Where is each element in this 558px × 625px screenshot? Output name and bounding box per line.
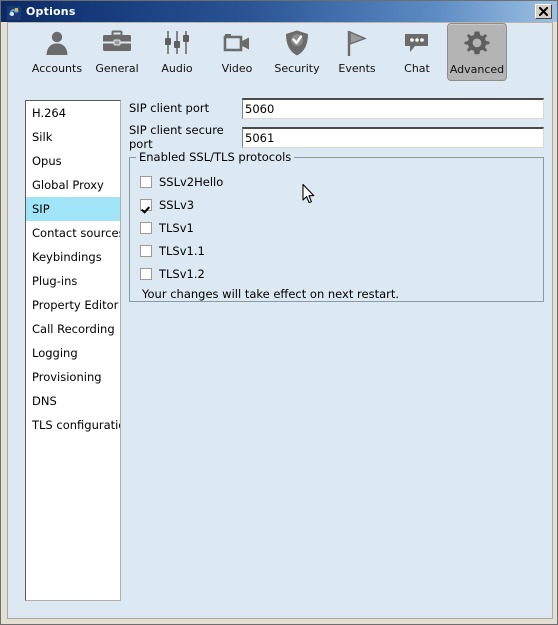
ssl-tls-protocols-group: Enabled SSL/TLS protocols SSLv2Hello SSL… xyxy=(129,150,544,302)
sip-client-secure-port-label: SIP client secure port xyxy=(129,123,224,151)
toolbar-label-events: Events xyxy=(338,62,376,75)
toolbar-item-audio[interactable]: Audio xyxy=(147,23,207,81)
briefcase-icon xyxy=(102,28,132,58)
sidebar-item-global-proxy[interactable]: Global Proxy xyxy=(26,173,120,197)
checkbox-label-sslv2hello: SSLv2Hello xyxy=(159,174,224,189)
options-window: Options Accounts General Audio Video Sec… xyxy=(0,0,558,625)
app-icon xyxy=(7,5,21,20)
close-icon xyxy=(539,7,548,16)
toolbar-label-security: Security xyxy=(274,62,320,75)
checkbox-label-tlsv1-1: TLSv1.1 xyxy=(159,243,205,258)
checkbox-row-tlsv1-2[interactable]: TLSv1.2 xyxy=(140,262,543,285)
toolbar-item-events[interactable]: Events xyxy=(327,23,387,81)
sidebar-item-dns[interactable]: DNS xyxy=(26,389,120,413)
toolbar-item-chat[interactable]: Chat xyxy=(387,23,447,81)
sidebar-item-opus[interactable]: Opus xyxy=(26,149,120,173)
sip-client-port-label: SIP client port xyxy=(129,101,210,115)
checkbox-row-tlsv1[interactable]: TLSv1 xyxy=(140,216,543,239)
toolbar-label-general: General xyxy=(95,62,139,75)
checkbox-label-tlsv1-2: TLSv1.2 xyxy=(159,266,205,281)
shield-icon xyxy=(284,28,310,58)
camera-icon xyxy=(222,28,252,58)
sidebar-item-h264[interactable]: H.264 xyxy=(26,101,120,125)
settings-category-list[interactable]: H.264 Silk Opus Global Proxy SIP Contact… xyxy=(25,100,121,601)
checkbox-row-sslv3[interactable]: SSLv3 xyxy=(140,193,543,216)
sidebar-item-provisioning[interactable]: Provisioning xyxy=(26,365,120,389)
ssl-tls-protocols-legend: Enabled SSL/TLS protocols xyxy=(136,150,295,164)
toolbar-label-audio: Audio xyxy=(161,62,193,75)
checkbox-label-tlsv1: TLSv1 xyxy=(159,220,194,235)
sidebar-item-tls-configuration[interactable]: TLS configuration xyxy=(26,413,120,437)
restart-note: Your changes will take effect on next re… xyxy=(142,287,400,301)
sip-settings-panel: SIP client port SIP client secure port E… xyxy=(129,97,544,602)
sidebar-item-logging[interactable]: Logging xyxy=(26,341,120,365)
checkbox-sslv3[interactable] xyxy=(140,198,152,211)
toolbar-item-security[interactable]: Security xyxy=(267,23,327,81)
title-bar: Options xyxy=(1,1,557,22)
checkbox-tlsv1-2[interactable] xyxy=(140,267,152,280)
sip-client-port-row: SIP client port xyxy=(129,97,544,119)
sidebar-item-contact-sources[interactable]: Contact sources xyxy=(26,221,120,245)
person-icon xyxy=(43,28,71,58)
content-area: H.264 Silk Opus Global Proxy SIP Contact… xyxy=(8,89,552,619)
toolbar-label-chat: Chat xyxy=(404,62,430,75)
checkbox-row-tlsv1-1[interactable]: TLSv1.1 xyxy=(140,239,543,262)
toolbar-item-general[interactable]: General xyxy=(87,23,147,81)
flag-icon xyxy=(344,28,370,58)
sidebar-item-plug-ins[interactable]: Plug-ins xyxy=(26,269,120,293)
toolbar-label-accounts: Accounts xyxy=(31,62,83,75)
gear-icon xyxy=(464,29,490,59)
checkbox-sslv2hello[interactable] xyxy=(140,175,152,188)
toolbar-item-advanced[interactable]: Advanced xyxy=(447,23,507,81)
toolbar-label-video: Video xyxy=(221,62,253,75)
ssl-tls-protocols-body: SSLv2Hello SSLv3 TLSv1 TLSv1.1 TLSv1.2 Y… xyxy=(130,158,543,301)
toolbar-item-video[interactable]: Video xyxy=(207,23,267,81)
sliders-icon xyxy=(163,28,191,58)
speech-bubble-icon xyxy=(403,28,431,58)
sidebar-item-silk[interactable]: Silk xyxy=(26,125,120,149)
checkbox-tlsv1-1[interactable] xyxy=(140,244,152,257)
checkbox-row-sslv2hello[interactable]: SSLv2Hello xyxy=(140,170,543,193)
sip-client-secure-port-input[interactable] xyxy=(242,126,544,148)
checkbox-label-sslv3: SSLv3 xyxy=(159,197,195,212)
close-button[interactable] xyxy=(535,4,552,19)
checkbox-tlsv1[interactable] xyxy=(140,221,152,234)
toolbar-label-advanced: Advanced xyxy=(449,63,505,76)
window-title: Options xyxy=(26,5,76,18)
category-toolbar: Accounts General Audio Video Security Ev… xyxy=(9,23,551,89)
sip-client-secure-port-row: SIP client secure port xyxy=(129,123,544,151)
toolbar-item-accounts[interactable]: Accounts xyxy=(27,23,87,81)
sidebar-item-property-editor[interactable]: Property Editor xyxy=(26,293,120,317)
sidebar-item-sip[interactable]: SIP xyxy=(26,197,120,221)
sip-client-port-input[interactable] xyxy=(242,97,544,119)
sidebar-item-keybindings[interactable]: Keybindings xyxy=(26,245,120,269)
sidebar-item-call-recording[interactable]: Call Recording xyxy=(26,317,120,341)
